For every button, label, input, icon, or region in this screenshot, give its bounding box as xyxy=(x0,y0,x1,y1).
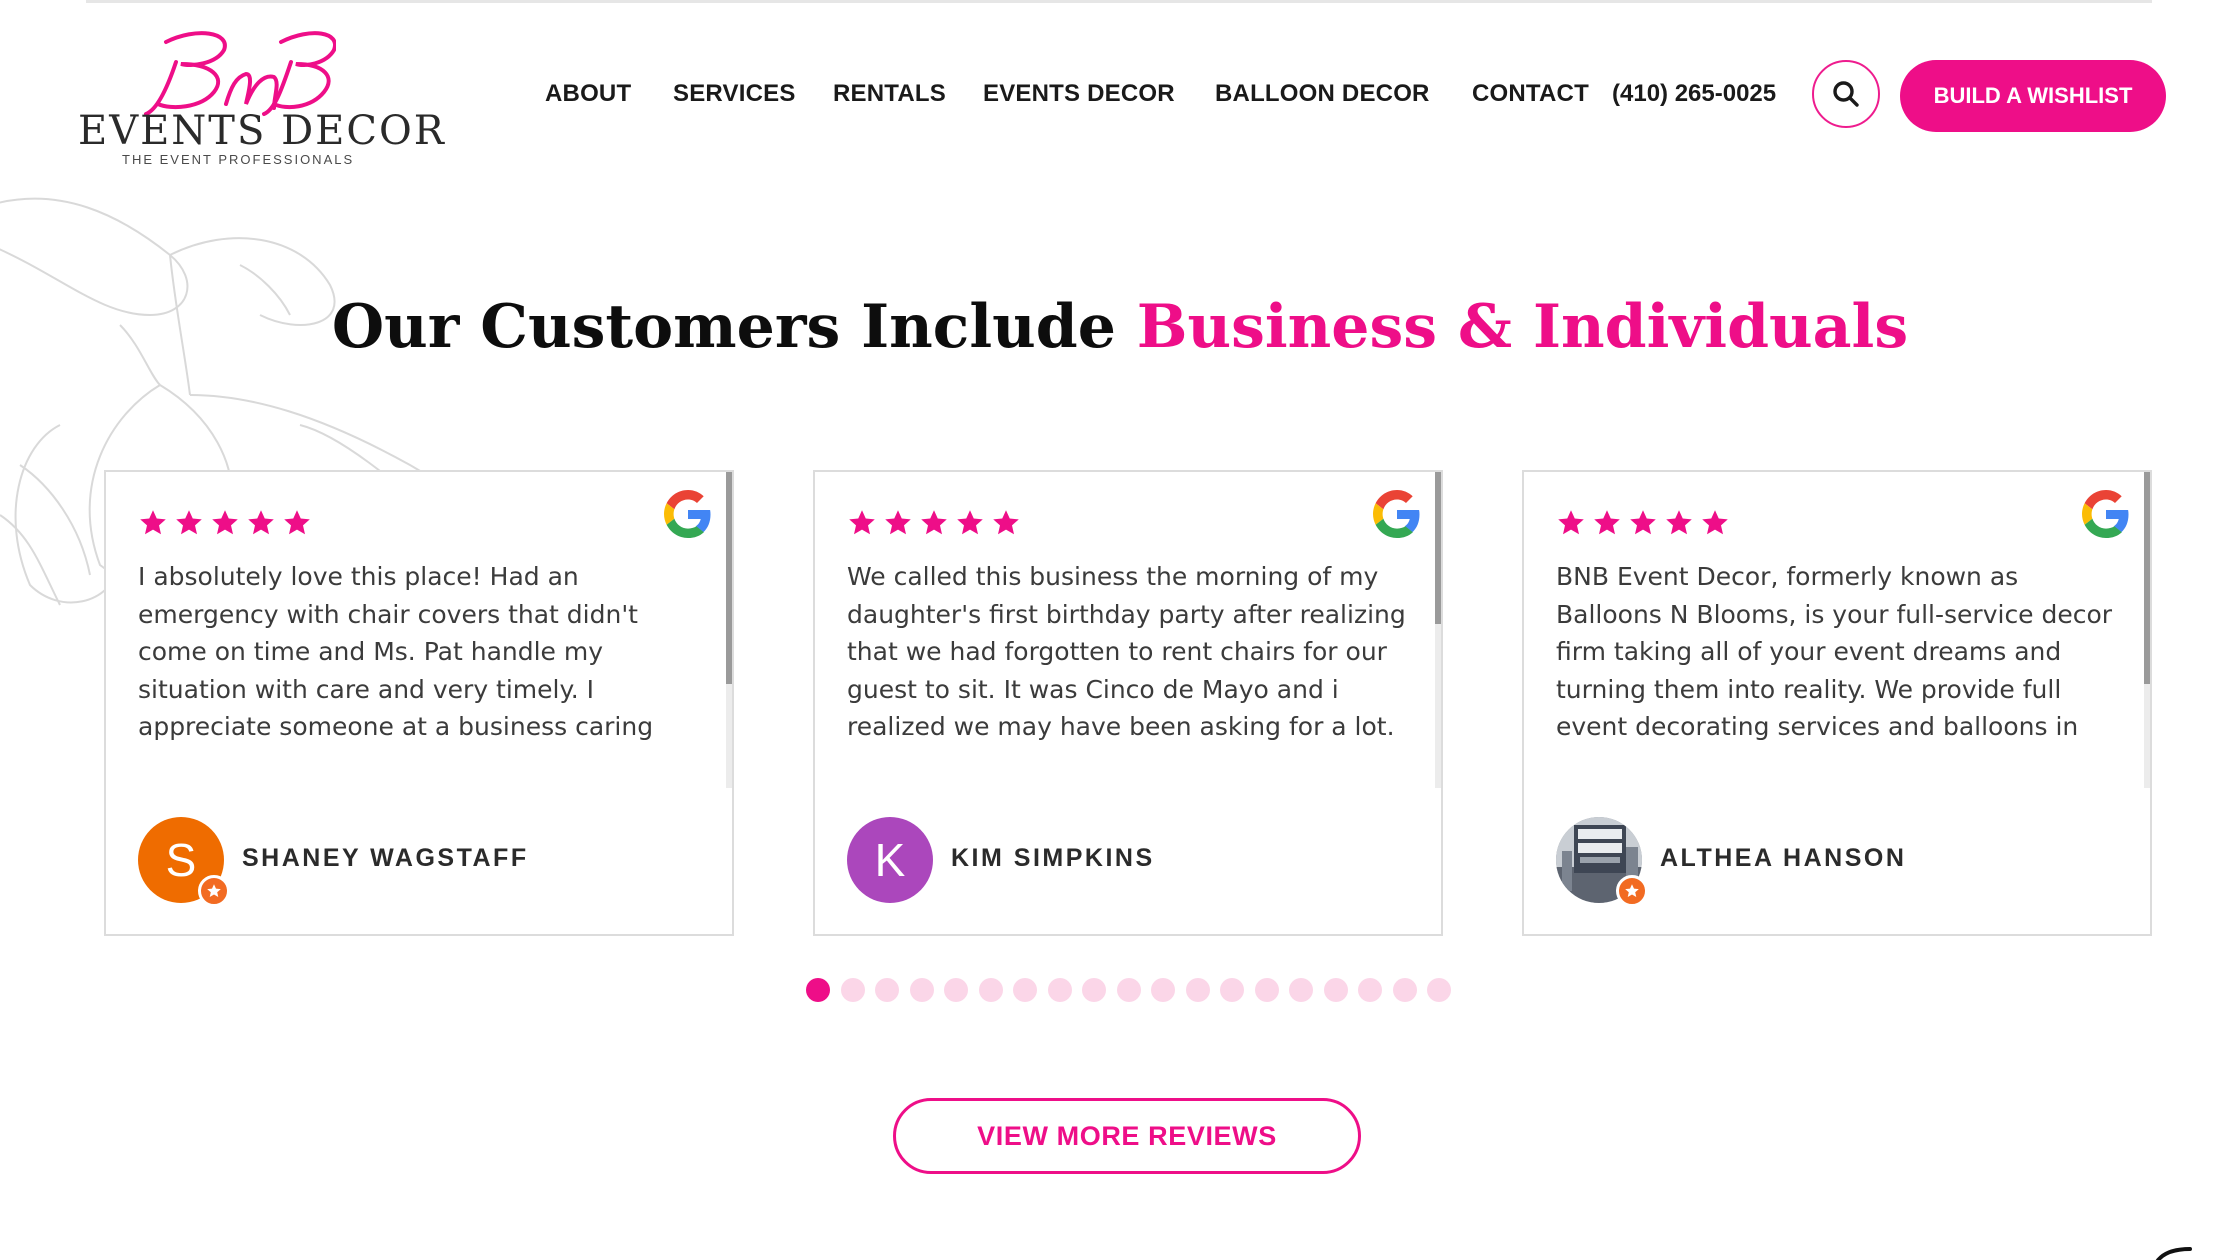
section-title-main: Our Customers Include xyxy=(331,292,1137,362)
star-rating xyxy=(1556,508,1730,538)
nav-item-balloon-decor[interactable]: BALLOON DECOR xyxy=(1215,80,1430,108)
review-scrollbar[interactable] xyxy=(1435,472,1441,788)
review-text: BNB Event Decor, formerly known as Ballo… xyxy=(1556,562,2113,754)
star-icon xyxy=(993,510,1019,535)
star-icon xyxy=(248,510,274,535)
pagination-dot[interactable] xyxy=(840,978,865,1002)
pagination-dot[interactable] xyxy=(1185,978,1210,1002)
search-button[interactable] xyxy=(1812,60,1880,128)
pagination-dot[interactable] xyxy=(1116,978,1141,1002)
review-card: I absolutely love this place! Had an eme… xyxy=(104,470,734,936)
star-icon xyxy=(140,510,166,535)
review-scrollbar[interactable] xyxy=(2144,472,2150,788)
reviewer-name: KIM SIMPKINS xyxy=(951,844,1155,872)
star-rating xyxy=(847,508,1021,538)
section-title: Our Customers Include Business & Individ… xyxy=(0,292,2240,362)
brand-logo[interactable]: EVENTS DECOR THE EVENT PROFESSIONALS xyxy=(74,26,444,171)
star-icon xyxy=(1630,510,1656,535)
avatar-initial: S xyxy=(165,834,197,886)
review-card: We called this business the morning of m… xyxy=(813,470,1443,936)
chat-widget-edge[interactable] xyxy=(2150,1245,2210,1260)
avatar: K xyxy=(847,817,933,903)
logo-script-mark xyxy=(144,31,336,116)
top-divider xyxy=(86,0,2152,3)
star-icon xyxy=(1666,510,1692,535)
star-icon xyxy=(212,510,238,535)
star-icon xyxy=(1558,510,1584,535)
pagination-dot[interactable] xyxy=(1047,978,1072,1002)
pagination-dot[interactable] xyxy=(944,978,968,1002)
pagination-dot[interactable] xyxy=(1289,978,1313,1002)
star-icon xyxy=(1702,510,1728,535)
nav-item-about[interactable]: ABOUT xyxy=(545,80,631,108)
google-icon xyxy=(664,490,711,538)
scrollbar-thumb[interactable] xyxy=(1435,472,1441,624)
review-text: We called this business the morning of m… xyxy=(847,562,1406,754)
logo-tagline: THE EVENT PROFESSIONALS xyxy=(122,152,355,167)
star-icon xyxy=(284,510,310,535)
avatar-initial: K xyxy=(874,834,906,886)
pagination-dot[interactable] xyxy=(1427,978,1451,1002)
star-icon xyxy=(176,510,202,535)
nav-item-contact[interactable]: CONTACT xyxy=(1472,80,1589,108)
star-icon xyxy=(957,510,983,535)
pagination-dot[interactable] xyxy=(1220,978,1244,1002)
local-guide-badge-icon xyxy=(1616,875,1648,907)
review-scrollbar[interactable] xyxy=(726,472,732,788)
avatar xyxy=(1556,817,1648,907)
star-rating xyxy=(138,508,312,538)
build-wishlist-button[interactable]: BUILD A WISHLIST xyxy=(1900,60,2166,132)
pagination-dot[interactable] xyxy=(1358,978,1382,1002)
scrollbar-thumb[interactable] xyxy=(726,472,732,684)
nav-item-services[interactable]: SERVICES xyxy=(673,80,796,108)
phone-link[interactable]: (410) 265-0025 xyxy=(1612,80,1776,108)
google-icon xyxy=(1373,490,1420,538)
avatar: S xyxy=(138,817,230,907)
pagination-dot[interactable] xyxy=(1323,978,1348,1002)
carousel-pagination xyxy=(806,978,1451,1002)
review-card: BNB Event Decor, formerly known as Ballo… xyxy=(1522,470,2152,936)
star-icon xyxy=(849,510,875,535)
star-icon xyxy=(885,510,911,535)
google-icon xyxy=(2082,490,2129,538)
local-guide-badge-icon xyxy=(198,875,230,907)
view-more-reviews-button[interactable]: VIEW MORE REVIEWS xyxy=(893,1098,1361,1174)
reviewer-name: ALTHEA HANSON xyxy=(1660,844,1907,872)
star-icon xyxy=(1594,510,1620,535)
pagination-dot[interactable] xyxy=(875,978,899,1002)
pagination-dot[interactable] xyxy=(1254,978,1279,1002)
nav-item-events-decor[interactable]: EVENTS DECOR xyxy=(983,80,1175,108)
star-icon xyxy=(921,510,947,535)
pagination-dot-active[interactable] xyxy=(806,978,830,1002)
pagination-dot[interactable] xyxy=(1082,978,1106,1002)
pagination-dot[interactable] xyxy=(1013,978,1037,1002)
pagination-dot[interactable] xyxy=(1151,978,1175,1002)
pagination-dot[interactable] xyxy=(1392,978,1417,1002)
scrollbar-thumb[interactable] xyxy=(2144,472,2150,684)
reviewer-name: SHANEY WAGSTAFF xyxy=(242,844,529,872)
logo-wordmark: EVENTS DECOR xyxy=(78,108,446,154)
pagination-dot[interactable] xyxy=(978,978,1003,1002)
search-icon xyxy=(1833,81,1859,107)
nav-item-rentals[interactable]: RENTALS xyxy=(833,80,946,108)
pagination-dot[interactable] xyxy=(909,978,934,1002)
section-title-accent: Business & Individuals xyxy=(1136,292,1909,362)
review-text: I absolutely love this place! Had an eme… xyxy=(138,562,658,754)
